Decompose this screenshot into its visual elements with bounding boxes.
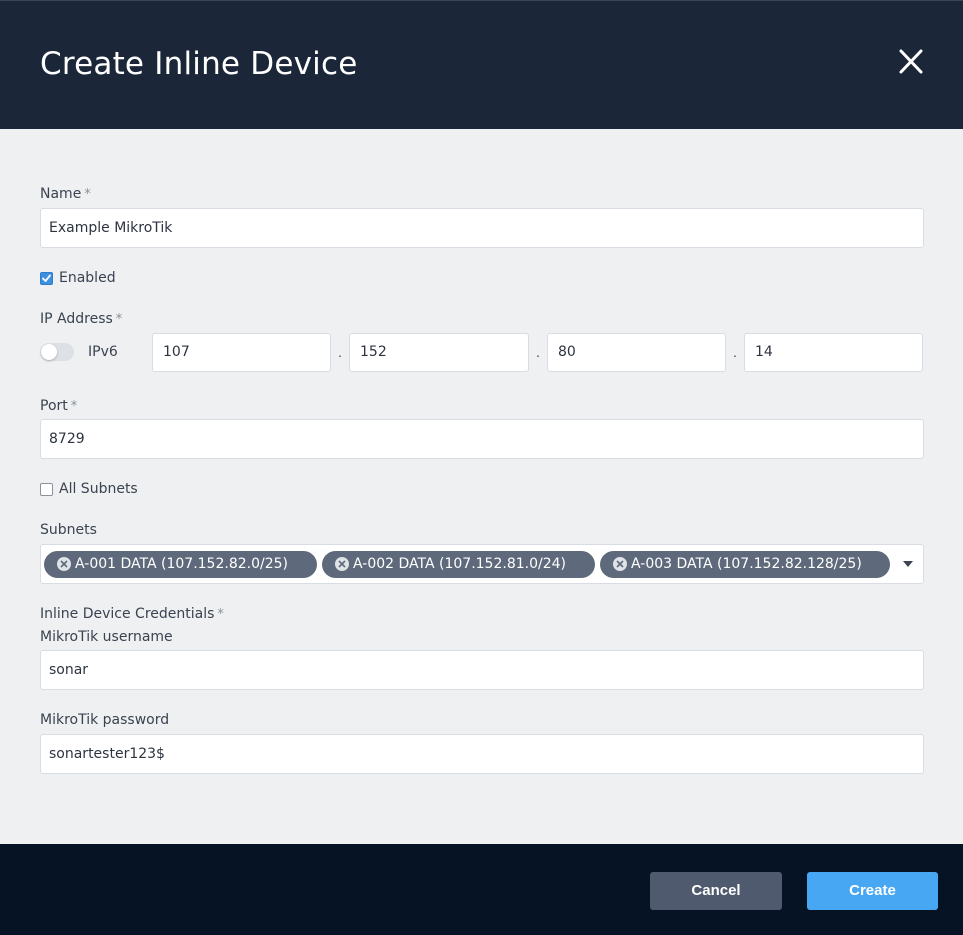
create-button[interactable]: Create bbox=[807, 872, 938, 910]
check-icon bbox=[42, 274, 51, 282]
required-mark: * bbox=[217, 607, 224, 622]
ip-octet-1-input[interactable]: 107 bbox=[152, 333, 331, 372]
ipv6-toggle[interactable] bbox=[40, 343, 74, 361]
name-input[interactable]: Example MikroTik bbox=[40, 208, 924, 248]
cancel-button[interactable]: Cancel bbox=[650, 872, 782, 910]
all-subnets-checkbox[interactable] bbox=[40, 483, 53, 496]
remove-chip-icon bbox=[60, 560, 68, 568]
port-label-text: Port bbox=[40, 398, 68, 414]
subnet-chip: A-001 DATA (107.152.82.0/25) bbox=[44, 551, 317, 578]
credentials-label-text: Inline Device Credentials bbox=[40, 606, 215, 622]
remove-chip-button[interactable] bbox=[335, 557, 349, 571]
subnet-chip-label: A-002 DATA (107.152.81.0/24) bbox=[353, 556, 566, 572]
subnet-chip-label: A-003 DATA (107.152.82.128/25) bbox=[631, 556, 862, 572]
ip-separator: . bbox=[733, 344, 737, 360]
password-input[interactable]: sonartester123$ bbox=[40, 734, 924, 774]
modal-header: Create Inline Device bbox=[0, 0, 963, 129]
name-label-text: Name bbox=[40, 186, 82, 202]
modal-title: Create Inline Device bbox=[40, 46, 358, 82]
modal-footer: Cancel Create bbox=[0, 844, 963, 935]
required-mark: * bbox=[70, 399, 78, 414]
ip-separator: . bbox=[536, 344, 540, 360]
modal-body: Name * Example MikroTik Enabled IP Addres… bbox=[0, 129, 963, 844]
ipv6-label: IPv6 bbox=[88, 344, 118, 360]
ip-separator: . bbox=[338, 344, 342, 360]
username-input[interactable]: sonar bbox=[40, 650, 924, 690]
remove-chip-icon bbox=[338, 560, 346, 568]
caret-down-icon[interactable] bbox=[903, 561, 913, 567]
remove-chip-button[interactable] bbox=[613, 557, 627, 571]
subnet-chip: A-002 DATA (107.152.81.0/24) bbox=[322, 551, 595, 578]
subnet-chip-label: A-001 DATA (107.152.82.0/25) bbox=[75, 556, 288, 572]
required-mark: * bbox=[115, 312, 123, 327]
remove-chip-button[interactable] bbox=[57, 557, 71, 571]
username-label: MikroTik username bbox=[40, 629, 173, 645]
name-label: Name * bbox=[40, 186, 91, 202]
ip-address-label-text: IP Address bbox=[40, 311, 113, 327]
credentials-label: Inline Device Credentials * bbox=[40, 606, 224, 622]
toggle-knob bbox=[41, 344, 57, 360]
ip-octet-2-input[interactable]: 152 bbox=[349, 333, 529, 372]
enabled-label: Enabled bbox=[59, 270, 116, 286]
password-label: MikroTik password bbox=[40, 712, 170, 728]
close-button[interactable] bbox=[896, 47, 926, 77]
port-input[interactable]: 8729 bbox=[40, 419, 924, 459]
all-subnets-label: All Subnets bbox=[59, 481, 138, 497]
ip-octet-4-input[interactable]: 14 bbox=[744, 333, 923, 372]
subnet-chip: A-003 DATA (107.152.82.128/25) bbox=[600, 551, 890, 578]
remove-chip-icon bbox=[616, 560, 624, 568]
subnets-select[interactable]: A-001 DATA (107.152.82.0/25) A-002 DATA … bbox=[40, 544, 924, 584]
required-mark: * bbox=[84, 187, 91, 202]
ip-address-label: IP Address * bbox=[40, 311, 122, 327]
enabled-checkbox[interactable] bbox=[40, 272, 53, 285]
ip-octet-3-input[interactable]: 80 bbox=[547, 333, 726, 372]
subnets-label: Subnets bbox=[40, 522, 97, 538]
port-label: Port * bbox=[40, 398, 77, 414]
close-icon bbox=[899, 49, 923, 74]
